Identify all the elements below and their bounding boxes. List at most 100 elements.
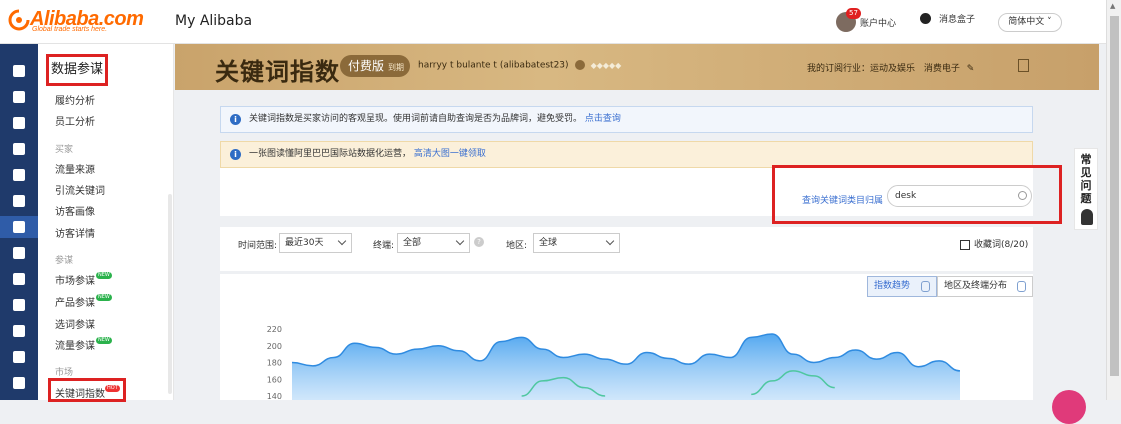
user-name: harryy t bulante t (alibabatest23) xyxy=(418,60,569,71)
dropdown-icon[interactable] xyxy=(574,60,585,70)
tab-label: 指数趋势 xyxy=(874,281,911,291)
category-query-link[interactable]: 查询关键词类目归属 xyxy=(802,193,883,206)
clipboard-icon[interactable] xyxy=(13,299,25,311)
sidebar-item-visitor-profile[interactable]: 访客画像 xyxy=(55,203,95,218)
keyword-search-input[interactable] xyxy=(887,185,1032,207)
sidebar-item-label: 市场参谋 xyxy=(55,276,95,287)
sidebar-item-label: 关键词指数 xyxy=(55,389,105,400)
bag-icon xyxy=(921,281,930,292)
search-icon[interactable] xyxy=(1018,191,1027,200)
sidebar-scrollbar[interactable] xyxy=(168,194,172,394)
my-alibaba-title[interactable]: My Alibaba xyxy=(175,13,252,29)
region-label: 地区: xyxy=(506,241,528,251)
chat-icon[interactable] xyxy=(13,195,25,207)
logo-tagline: Global trade starts here. xyxy=(32,26,108,33)
message-count-badge: 57 xyxy=(846,8,861,19)
y-tick-label: 180 xyxy=(267,359,282,368)
sidebar-group-market: 市场 xyxy=(55,368,74,378)
logo-mark-icon xyxy=(8,9,30,31)
sidebar-item-traffic-source[interactable]: 流量来源 xyxy=(55,161,95,176)
sidebar-item-staff[interactable]: 员工分析 xyxy=(55,113,95,128)
y-tick-label: 160 xyxy=(267,375,282,384)
page-banner: 关键词指数 付费版 到期 harryy t bulante t (alibabat… xyxy=(175,44,1099,90)
chart-icon[interactable] xyxy=(13,221,25,233)
language-label: 简体中文 xyxy=(1008,17,1045,27)
favorite-icon xyxy=(960,239,970,250)
sidebar-item-fulfillment[interactable]: 履约分析 xyxy=(55,92,95,107)
region-value: 全球 xyxy=(539,238,558,248)
video-icon[interactable] xyxy=(13,169,25,181)
message-box-label: 消息盒子 xyxy=(939,15,976,25)
document-icon[interactable] xyxy=(1018,59,1029,72)
y-tick-label: 220 xyxy=(267,325,282,334)
promo-notice: i 一张图读懂阿里巴巴国际站数据化运营， 高清大图一键领取 xyxy=(220,141,1033,168)
sidebar-item-keyword-index[interactable]: 关键词指数HOT xyxy=(55,385,120,400)
globe-icon[interactable] xyxy=(13,325,25,337)
trend-chart: 220 200 180 160 140 xyxy=(267,325,961,400)
hot-tag: HOT xyxy=(105,385,120,392)
sidebar-item-visitor-detail[interactable]: 访客详情 xyxy=(55,225,95,240)
bell-icon xyxy=(920,13,931,24)
new-tag: NEW xyxy=(96,294,112,301)
time-range-select[interactable]: 最近30天 xyxy=(279,233,352,253)
edition-badge[interactable]: 付费版 到期 xyxy=(340,55,411,77)
terminal-value: 全部 xyxy=(403,238,422,248)
series-area xyxy=(292,334,960,400)
sidebar-item-keywords[interactable]: 引流关键词 xyxy=(55,182,105,197)
assistant-avatar-icon xyxy=(1081,209,1093,225)
bank-icon[interactable] xyxy=(13,377,25,389)
users-icon[interactable] xyxy=(13,247,25,259)
store-icon[interactable] xyxy=(13,91,25,103)
sidebar-item-product-advisor[interactable]: 产品参谋NEW xyxy=(55,294,112,309)
icon-nav xyxy=(0,44,38,400)
apps-icon[interactable] xyxy=(13,143,25,155)
faq-char: 题 xyxy=(1080,192,1092,205)
faq-char: 常 xyxy=(1080,153,1092,166)
info-icon: i xyxy=(230,114,241,125)
region-select[interactable]: 全球 xyxy=(533,233,620,253)
chevron-down-icon xyxy=(455,236,465,246)
y-tick-label: 200 xyxy=(267,342,282,351)
transfer-icon[interactable] xyxy=(13,273,25,285)
sidebar: 数据参谋 履约分析 员工分析 买家 流量来源 引流关键词 访客画像 访客详情 参… xyxy=(38,44,174,402)
alibaba-logo[interactable]: Alibaba.com Global trade starts here. xyxy=(8,8,158,36)
faq-widget[interactable]: 常 见 问 题 xyxy=(1074,148,1098,230)
account-center[interactable]: 57 账户中心 xyxy=(836,8,896,32)
page-scrollbar[interactable]: ▲ xyxy=(1106,0,1121,400)
favorites-label: 收藏词(8/20) xyxy=(974,240,1029,250)
sidebar-item-traffic-advisor[interactable]: 流量参谋NEW xyxy=(55,337,112,352)
info-icon: i xyxy=(230,149,241,160)
notice-text: 关键词指数是买家访问的客观呈现。使用词前请自助查询是否为品牌词，避免受罚。 xyxy=(249,114,583,124)
favorites-button[interactable]: 收藏词(8/20) xyxy=(960,237,1028,250)
subscribed-industry: 我的订阅行业：运动及娱乐 消费电子 ✎ xyxy=(807,61,974,74)
language-selector[interactable]: 简体中文 ˅ xyxy=(998,13,1062,32)
bag-icon xyxy=(1017,281,1026,292)
user-selector[interactable]: harryy t bulante t (alibabatest23) ◆◆◆◆◆ xyxy=(418,60,621,71)
sidebar-group-buyer: 买家 xyxy=(55,145,74,155)
terminal-label: 终端: xyxy=(373,241,395,251)
sidebar-item-label: 流量参谋 xyxy=(55,341,95,352)
page-title: 关键词指数 xyxy=(215,58,340,86)
help-icon[interactable]: ? xyxy=(474,237,484,247)
shield-icon[interactable] xyxy=(13,117,25,129)
time-range-label: 时间范围: xyxy=(238,241,278,251)
brand-notice: i 关键词指数是买家访问的客观呈现。使用词前请自助查询是否为品牌词，避免受罚。 … xyxy=(220,106,1033,133)
sidebar-item-market-advisor[interactable]: 市场参谋NEW xyxy=(55,272,112,287)
support-icon[interactable] xyxy=(13,351,25,363)
terminal-select[interactable]: 全部 xyxy=(397,233,470,253)
sidebar-item-label: 产品参谋 xyxy=(55,298,95,309)
new-tag: NEW xyxy=(96,272,112,279)
download-link[interactable]: 高清大图一键领取 xyxy=(414,149,486,159)
floating-action-button[interactable] xyxy=(1052,390,1086,424)
sidebar-item-word-advisor[interactable]: 选词参谋 xyxy=(55,316,95,331)
notice-text: 一张图读懂阿里巴巴国际站数据化运营， xyxy=(249,149,412,159)
edit-icon[interactable]: ✎ xyxy=(967,64,975,74)
top-bar: Alibaba.com Global trade starts here. My… xyxy=(0,0,1106,44)
avatar[interactable]: 57 xyxy=(836,8,861,32)
scroll-up-icon[interactable]: ▲ xyxy=(1110,2,1115,10)
message-box[interactable]: 消息盒子 xyxy=(920,12,975,25)
new-tag: NEW xyxy=(96,337,112,344)
home-icon[interactable] xyxy=(13,65,25,77)
check-link[interactable]: 点击查询 xyxy=(585,114,621,124)
scroll-thumb[interactable] xyxy=(1110,16,1119,376)
